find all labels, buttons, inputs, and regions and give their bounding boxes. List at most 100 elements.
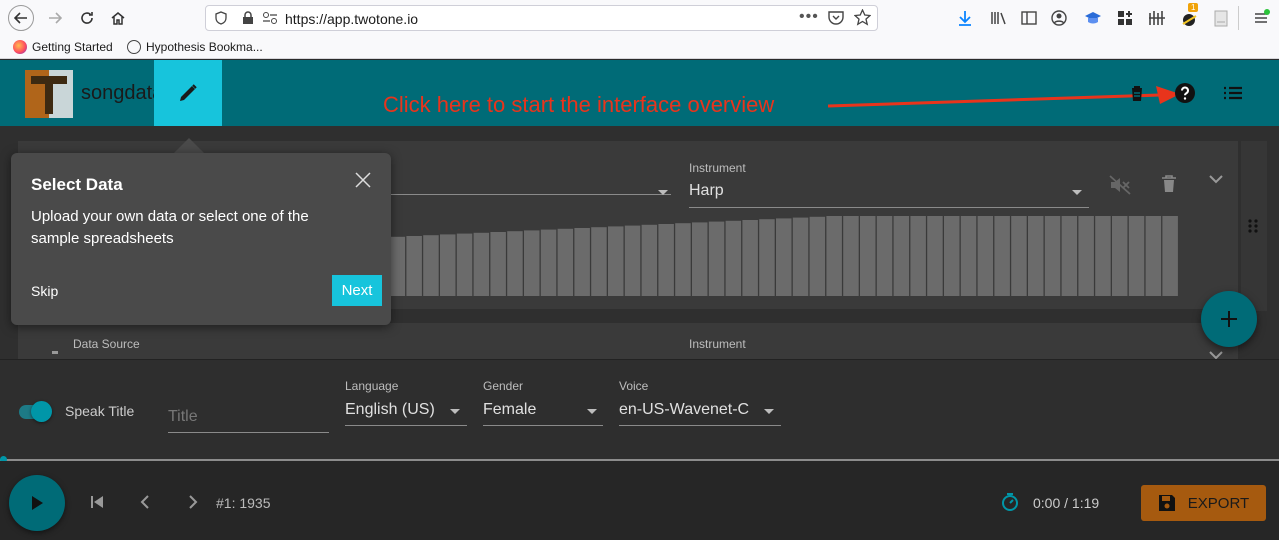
data-bar: [524, 230, 540, 296]
forward-button[interactable]: [42, 5, 68, 31]
data-bar: [725, 220, 742, 296]
bookmark-getting-started[interactable]: Getting Started: [13, 40, 113, 54]
data-bar: [1145, 216, 1162, 296]
tooltip-next-button[interactable]: Next: [332, 275, 382, 306]
bookmark-label: Hypothesis Bookma...: [146, 40, 263, 54]
data-bar: [423, 235, 439, 296]
download-icon[interactable]: [955, 8, 975, 28]
data-bar: [927, 216, 943, 296]
extension-grid-icon[interactable]: [1115, 8, 1135, 28]
data-bar: [742, 220, 758, 296]
help-icon: [1175, 83, 1195, 103]
voice-select[interactable]: en-US-Wavenet-C: [619, 401, 749, 419]
drag-dots-icon: [1248, 219, 1258, 233]
tooltip-close-button[interactable]: [354, 171, 372, 189]
add-track-button[interactable]: [1201, 291, 1257, 347]
data-bar: [440, 234, 456, 296]
reload-button[interactable]: [74, 5, 100, 31]
gender-dropdown-icon[interactable]: [587, 409, 597, 414]
speak-title-label: Speak Title: [65, 403, 135, 419]
data-bar: [708, 221, 725, 296]
data-source-label: Data Source: [73, 337, 140, 351]
data-bar: [557, 228, 574, 296]
save-icon: [1158, 495, 1175, 511]
tooltip-title: Select Data: [31, 175, 123, 194]
help-button[interactable]: [1173, 81, 1197, 105]
play-icon: [32, 496, 43, 510]
data-bar: [977, 216, 994, 296]
time-readout: 0:00 / 1:19: [1033, 495, 1100, 511]
speak-title-row: Speak Title Title Language English (US) …: [0, 359, 1279, 459]
speak-title-toggle[interactable]: [31, 401, 52, 422]
data-bar: [1011, 216, 1027, 296]
data-bar: [658, 224, 674, 296]
export-button[interactable]: EXPORT: [1141, 485, 1266, 521]
extension-page-icon[interactable]: [1211, 8, 1231, 28]
transport-bar: #1: 1935 0:00 / 1:19 EXPORT: [0, 461, 1279, 540]
previous-button[interactable]: [136, 493, 154, 511]
gender-select[interactable]: Female: [483, 401, 536, 419]
data-bar: [1028, 216, 1044, 296]
account-icon[interactable]: [1049, 8, 1069, 28]
tooltip-skip-button[interactable]: Skip: [31, 283, 58, 299]
data-bar: [1044, 216, 1061, 296]
data-bar: [1078, 216, 1094, 296]
permissions-icon: [262, 11, 278, 28]
skip-to-start-button[interactable]: [88, 493, 106, 511]
library-icon[interactable]: [989, 8, 1009, 28]
data-bar: [860, 216, 876, 296]
data-bar: [792, 217, 809, 296]
shield-icon: [215, 11, 227, 28]
globe-icon: [127, 40, 141, 54]
data-bar: [1128, 216, 1145, 296]
pocket-icon[interactable]: [828, 10, 844, 28]
edit-title-button[interactable]: [154, 60, 222, 126]
menu-icon[interactable]: [1251, 8, 1271, 28]
title-input[interactable]: Title: [168, 408, 198, 426]
url-bar[interactable]: https://app.twotone.io •••: [205, 5, 878, 31]
track-handle-marker: [52, 351, 58, 354]
firefox-icon: [13, 40, 27, 54]
bookmark-hypothesis[interactable]: Hypothesis Bookma...: [127, 40, 263, 54]
extension-notification-icon[interactable]: 1: [1180, 3, 1200, 28]
data-bar: [608, 226, 624, 296]
home-button[interactable]: [105, 5, 131, 31]
notification-badge: 1: [1188, 3, 1199, 12]
drag-handle[interactable]: [1248, 218, 1258, 239]
annotation-text: Click here to start the interface overvi…: [383, 92, 775, 117]
track-card-2: Data Source Instrument: [18, 323, 1238, 359]
data-bar: [675, 223, 691, 296]
data-bar: [389, 236, 406, 296]
voice-dropdown-icon[interactable]: [764, 409, 774, 414]
voice-underline: [619, 425, 781, 426]
data-bar: [1162, 216, 1178, 296]
data-bar: [1095, 216, 1111, 296]
timer-icon: [1001, 493, 1019, 516]
clear-button[interactable]: [1125, 81, 1149, 105]
pencil-icon: [180, 84, 197, 101]
project-title[interactable]: songdata: [81, 82, 163, 105]
language-dropdown-icon[interactable]: [450, 409, 460, 414]
data-bar: [944, 216, 960, 296]
data-bar: [893, 216, 910, 296]
list-button[interactable]: [1221, 81, 1245, 105]
data-bar: [692, 222, 708, 296]
url-text: https://app.twotone.io: [285, 11, 419, 27]
star-icon[interactable]: [853, 8, 872, 29]
data-bar: [826, 216, 842, 296]
export-label: EXPORT: [1187, 494, 1250, 512]
sidebar-icon[interactable]: [1019, 8, 1039, 28]
bookmarks-bar: Getting Started Hypothesis Bookma...: [0, 36, 1279, 59]
data-bar: [994, 216, 1010, 296]
expand-track-button[interactable]: [1209, 347, 1223, 359]
language-select[interactable]: English (US): [345, 401, 435, 419]
back-button[interactable]: [8, 5, 34, 31]
tooltip-caret: [173, 138, 205, 154]
play-button[interactable]: [9, 475, 65, 531]
more-actions-icon[interactable]: •••: [799, 8, 819, 26]
data-bar: [809, 216, 826, 296]
extension-cap-icon[interactable]: [1083, 8, 1103, 28]
extension-bars-icon[interactable]: [1147, 8, 1167, 28]
next-button[interactable]: [184, 493, 202, 511]
data-bar: [876, 216, 893, 296]
